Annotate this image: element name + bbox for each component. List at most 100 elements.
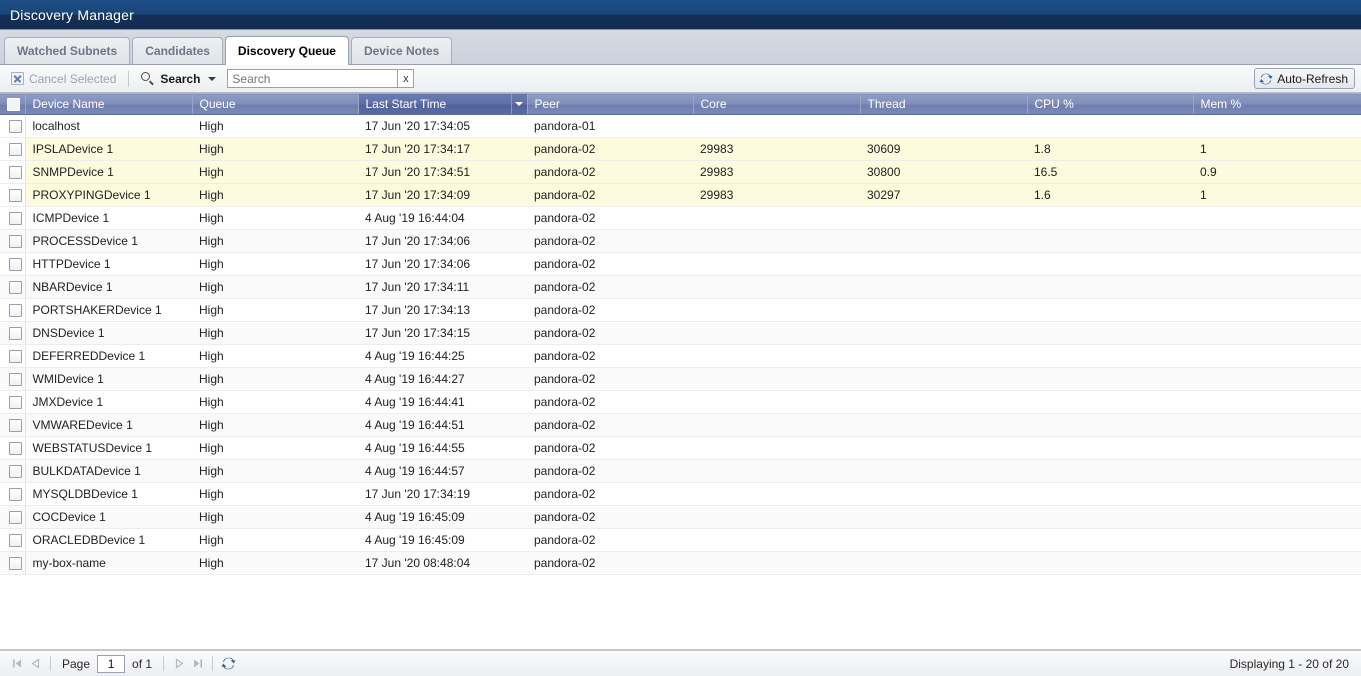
row-checkbox[interactable] (9, 419, 23, 433)
prev-page-button[interactable] (26, 655, 44, 673)
table-row[interactable]: DNSDevice 1 High 17 Jun '20 17:34:15 pandor… (0, 321, 1361, 345)
row-select-cell[interactable] (0, 298, 26, 322)
tab-discovery-queue[interactable]: Discovery Queue (224, 36, 349, 65)
row-select-cell[interactable] (0, 505, 26, 529)
cell-cpu (1027, 298, 1193, 322)
cell-cpu (1027, 252, 1193, 276)
row-select-cell[interactable] (0, 114, 26, 138)
cell-name: DEFERREDDevice 1 (25, 344, 192, 368)
column-menu-chevron-down-icon[interactable] (510, 94, 527, 114)
row-checkbox[interactable] (9, 350, 23, 364)
table-row[interactable]: my-box-name High 17 Jun '20 08:48:04 pandor… (0, 551, 1361, 575)
last-page-button[interactable] (188, 655, 206, 673)
row-checkbox[interactable] (9, 327, 23, 341)
first-page-button[interactable] (8, 655, 26, 673)
row-checkbox[interactable] (9, 465, 23, 479)
tab-watched-subnets[interactable]: Watched Subnets (4, 37, 131, 64)
row-select-cell[interactable] (0, 252, 26, 276)
row-checkbox[interactable] (9, 534, 23, 548)
table-row[interactable]: SNMPDevice 1 High 17 Jun '20 17:34:51 pando… (0, 160, 1361, 184)
auto-refresh-button[interactable]: Auto-Refresh (1254, 68, 1355, 89)
cell-cpu (1027, 321, 1193, 345)
row-checkbox[interactable] (9, 120, 23, 134)
cell-queue: High (192, 505, 358, 529)
row-checkbox[interactable] (9, 373, 23, 387)
table-row[interactable]: WEBSTATUSDevice 1 High 4 Aug '19 16:44:55 p… (0, 436, 1361, 460)
table-row[interactable]: VMWAREDevice 1 High 4 Aug '19 16:44:51 pand… (0, 413, 1361, 437)
search-clear-button[interactable]: x (397, 69, 415, 88)
row-select-cell[interactable] (0, 321, 26, 345)
search-menu-button[interactable]: Search (136, 70, 221, 88)
table-row[interactable]: DEFERREDDevice 1 High 4 Aug '19 16:44:25 pa… (0, 344, 1361, 368)
row-checkbox[interactable] (9, 511, 23, 525)
table-row[interactable]: BULKDATADevice 1 High 4 Aug '19 16:44:57 pa… (0, 459, 1361, 483)
table-row[interactable]: localhost High 17 Jun '20 17:34:05 pandora-… (0, 114, 1361, 138)
table-row[interactable]: JMXDevice 1 High 4 Aug '19 16:44:41 pandora… (0, 390, 1361, 414)
table-row[interactable]: NBARDevice 1 High 17 Jun '20 17:34:11 pando… (0, 275, 1361, 299)
row-checkbox[interactable] (9, 396, 23, 410)
table-row[interactable]: HTTPDevice 1 High 17 Jun '20 17:34:06 pando… (0, 252, 1361, 276)
select-all-checkbox[interactable] (7, 98, 20, 112)
table-row[interactable]: PROCESSDevice 1 High 17 Jun '20 17:34:06 pa… (0, 229, 1361, 253)
tab-candidates[interactable]: Candidates (132, 37, 223, 64)
row-checkbox[interactable] (9, 235, 23, 249)
row-checkbox[interactable] (9, 166, 23, 180)
table-row[interactable]: ORACLEDBDevice 1 High 4 Aug '19 16:45:09 pa… (0, 528, 1361, 552)
column-header-core[interactable]: Core (693, 93, 861, 115)
cell-cpu (1027, 413, 1193, 437)
column-header-queue[interactable]: Queue (192, 93, 359, 115)
next-page-button[interactable] (170, 655, 188, 673)
table-row[interactable]: ICMPDevice 1 High 4 Aug '19 16:44:04 pandor… (0, 206, 1361, 230)
row-select-cell[interactable] (0, 160, 26, 184)
row-select-cell[interactable] (0, 275, 26, 299)
table-row[interactable]: COCDevice 1 High 4 Aug '19 16:45:09 pandora… (0, 505, 1361, 529)
row-select-cell[interactable] (0, 229, 26, 253)
table-row[interactable]: IPSLADevice 1 High 17 Jun '20 17:34:17 pand… (0, 137, 1361, 161)
row-select-cell[interactable] (0, 206, 26, 230)
row-select-cell[interactable] (0, 528, 26, 552)
row-select-cell[interactable] (0, 367, 26, 391)
row-select-cell[interactable] (0, 459, 26, 483)
row-select-cell[interactable] (0, 413, 26, 437)
table-row[interactable]: WMIDevice 1 High 4 Aug '19 16:44:27 pandora… (0, 367, 1361, 391)
row-select-cell[interactable] (0, 551, 26, 575)
cell-queue: High (192, 229, 358, 253)
row-checkbox[interactable] (9, 258, 23, 272)
cancel-selected-button[interactable]: Cancel Selected (6, 70, 121, 88)
page-number-input[interactable] (97, 654, 126, 673)
column-header-start[interactable]: Last Start Time (358, 93, 528, 115)
row-checkbox[interactable] (9, 212, 23, 226)
row-checkbox[interactable] (9, 488, 23, 502)
row-select-cell[interactable] (0, 482, 26, 506)
column-header-mem[interactable]: Mem % (1193, 93, 1361, 115)
select-all-header-cell[interactable] (0, 93, 26, 115)
cell-thread (860, 298, 1027, 322)
row-select-cell[interactable] (0, 137, 26, 161)
column-header-name[interactable]: Device Name (25, 93, 193, 115)
row-checkbox[interactable] (9, 442, 23, 456)
row-checkbox[interactable] (9, 281, 23, 295)
row-checkbox[interactable] (9, 304, 23, 318)
table-row[interactable]: PROXYPINGDevice 1 High 17 Jun '20 17:34:09… (0, 183, 1361, 207)
row-select-cell[interactable] (0, 183, 26, 207)
cell-cpu: 16.5 (1027, 160, 1193, 184)
column-header-cpu[interactable]: CPU % (1027, 93, 1194, 115)
refresh-grid-button[interactable] (219, 655, 237, 673)
row-checkbox[interactable] (9, 189, 23, 203)
page-label: Page (62, 656, 91, 671)
column-header-peer[interactable]: Peer (527, 93, 694, 115)
table-row[interactable]: PORTSHAKERDevice 1 High 17 Jun '20 17:34:1… (0, 298, 1361, 322)
cell-mem (1193, 551, 1361, 575)
search-input[interactable] (227, 69, 398, 88)
table-row[interactable]: MYSQLDBDevice 1 High 17 Jun '20 17:34:19 pa… (0, 482, 1361, 506)
row-select-cell[interactable] (0, 436, 26, 460)
pagination-divider-3 (212, 656, 214, 671)
cell-name: my-box-name (25, 551, 192, 575)
cell-mem (1193, 252, 1361, 276)
row-select-cell[interactable] (0, 344, 26, 368)
row-checkbox[interactable] (9, 143, 23, 157)
row-select-cell[interactable] (0, 390, 26, 414)
tab-device-notes[interactable]: Device Notes (350, 37, 453, 64)
row-checkbox[interactable] (9, 557, 23, 571)
column-header-thread[interactable]: Thread (860, 93, 1028, 115)
